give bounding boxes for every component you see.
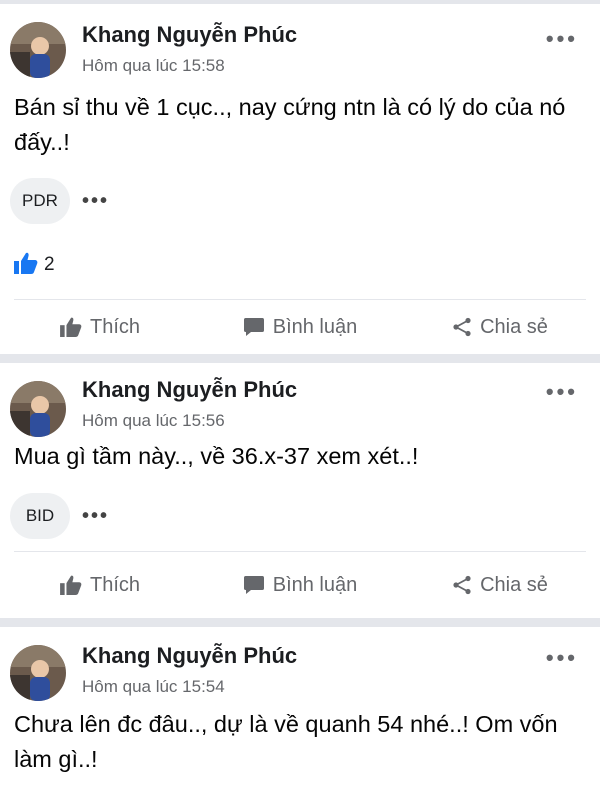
more-options-icon[interactable]: ••• <box>546 26 578 52</box>
share-button[interactable]: Chia sẻ <box>400 316 600 339</box>
post-timestamp[interactable]: Hôm qua lúc 15:54 <box>82 677 225 697</box>
tag-more-icon[interactable]: ••• <box>82 505 109 528</box>
post-separator <box>0 618 600 627</box>
stock-tag[interactable]: PDR <box>10 178 70 224</box>
post-text: Mua gì tầm này.., về 36.x-37 xem xét..! <box>14 443 419 469</box>
news-feed: Khang Nguyễn Phúc Hôm qua lúc 15:58 ••• … <box>0 0 600 777</box>
post-header: Khang Nguyễn Phúc Hôm qua lúc 15:54 ••• <box>0 627 600 707</box>
post-separator <box>0 354 600 363</box>
share-label: Chia sẻ <box>480 573 548 596</box>
post-header: Khang Nguyễn Phúc Hôm qua lúc 15:56 ••• <box>0 363 600 439</box>
thumbs-up-icon <box>60 317 82 337</box>
stock-tag[interactable]: BID <box>10 493 70 539</box>
post-card: Khang Nguyễn Phúc Hôm qua lúc 15:54 ••• … <box>0 627 600 777</box>
author-name[interactable]: Khang Nguyễn Phúc <box>82 643 297 669</box>
post-actions: Thích Bình luận Chia sẻ <box>0 552 600 618</box>
author-name[interactable]: Khang Nguyễn Phúc <box>82 22 297 48</box>
like-label: Thích <box>89 573 141 596</box>
share-button[interactable]: Chia sẻ <box>400 574 600 597</box>
stock-tags: BID ••• <box>0 493 600 539</box>
comment-icon <box>243 317 265 337</box>
tag-more-icon[interactable]: ••• <box>82 190 109 213</box>
like-count: 2 <box>44 254 55 275</box>
like-label: Thích <box>89 315 141 338</box>
share-icon <box>452 317 472 337</box>
author-name[interactable]: Khang Nguyễn Phúc <box>82 377 297 403</box>
post-timestamp[interactable]: Hôm qua lúc 15:56 <box>82 411 225 431</box>
share-icon <box>452 575 472 595</box>
more-options-icon[interactable]: ••• <box>546 379 578 405</box>
post-card: Khang Nguyễn Phúc Hôm qua lúc 15:58 ••• … <box>0 4 600 354</box>
comment-button[interactable]: Bình luận <box>200 574 400 597</box>
comment-label: Bình luận <box>272 573 358 596</box>
post-actions: Thích Bình luận Chia sẻ <box>0 300 600 354</box>
comment-icon <box>243 575 265 595</box>
more-options-icon[interactable]: ••• <box>546 645 578 671</box>
avatar[interactable] <box>10 22 66 78</box>
post-text: Bán sỉ thu về 1 cục.., nay cứng ntn là c… <box>14 94 566 155</box>
comment-label: Bình luận <box>272 315 358 338</box>
reaction-summary[interactable]: 2 <box>0 250 600 280</box>
post-header: Khang Nguyễn Phúc Hôm qua lúc 15:58 ••• <box>0 4 600 78</box>
avatar[interactable] <box>10 645 66 701</box>
share-label: Chia sẻ <box>480 315 548 338</box>
avatar[interactable] <box>10 381 66 437</box>
post-text: Chưa lên đc đâu.., dự là về quanh 54 nhé… <box>14 711 558 772</box>
like-button[interactable]: Thích <box>0 574 200 597</box>
post-card: Khang Nguyễn Phúc Hôm qua lúc 15:56 ••• … <box>0 363 600 618</box>
thumbs-up-icon <box>60 575 82 595</box>
like-reaction-icon <box>14 252 38 279</box>
stock-tags: PDR ••• <box>0 178 600 224</box>
like-button[interactable]: Thích <box>0 316 200 339</box>
comment-button[interactable]: Bình luận <box>200 316 400 339</box>
post-timestamp[interactable]: Hôm qua lúc 15:58 <box>82 56 225 76</box>
